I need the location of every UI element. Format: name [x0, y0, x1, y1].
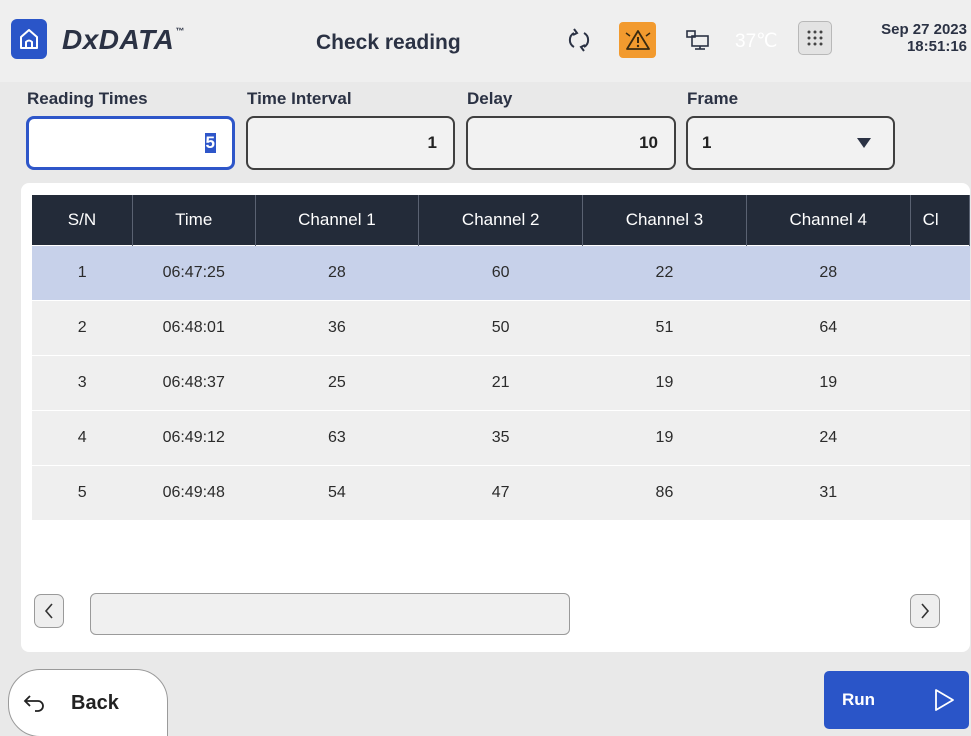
table-cell — [910, 409, 970, 465]
table-cell: 21 — [418, 354, 583, 410]
table-cell: 64 — [746, 299, 911, 355]
back-button[interactable]: Back — [8, 669, 168, 736]
reading-times-input[interactable]: 5 — [26, 116, 235, 170]
page-title: Check reading — [316, 31, 461, 54]
back-label: Back — [71, 691, 119, 714]
table-cell: 28 — [255, 244, 419, 300]
reading-times-value: 5 — [204, 133, 216, 153]
table-cell: 06:49:12 — [132, 409, 256, 465]
warning-button[interactable] — [619, 22, 656, 58]
table-cell: 4 — [32, 409, 133, 465]
chevron-left-icon — [44, 603, 53, 619]
dropdown-caret-icon — [857, 138, 871, 148]
table-cell: 19 — [582, 409, 747, 465]
warning-icon — [625, 30, 650, 50]
readings-table: S/N Time Channel 1 Channel 2 Channel 3 C… — [32, 195, 970, 520]
delay-label: Delay — [467, 89, 513, 108]
column-header-channel-4[interactable]: Channel 4 — [746, 195, 911, 245]
datetime-display: Sep 27 2023 18:51:16 — [881, 21, 967, 55]
delay-value: 10 — [639, 133, 658, 152]
table-cell: 06:47:25 — [132, 244, 256, 300]
keypad-icon — [807, 30, 823, 46]
time-interval-input[interactable]: 1 — [246, 116, 455, 170]
sync-icon[interactable] — [565, 26, 593, 54]
table-row[interactable]: 5 06:49:48 54 47 86 31 — [32, 464, 970, 520]
app-logo: DxDATA™ — [62, 24, 185, 55]
table-cell: 47 — [418, 464, 583, 520]
table-cell: 3 — [32, 354, 133, 410]
table-cell: 36 — [255, 299, 419, 355]
back-arrow-icon — [23, 695, 44, 712]
table-row[interactable]: 1 06:47:25 28 60 22 28 — [32, 244, 970, 300]
table-cell: 2 — [32, 299, 133, 355]
column-header-channel-2[interactable]: Channel 2 — [418, 195, 584, 245]
table-cell: 24 — [746, 409, 911, 465]
table-cell: 06:48:37 — [132, 354, 256, 410]
table-cell: 5 — [32, 464, 133, 520]
readings-panel: S/N Time Channel 1 Channel 2 Channel 3 C… — [21, 183, 970, 652]
frame-label: Frame — [687, 89, 739, 108]
table-header-row: S/N Time Channel 1 Channel 2 Channel 3 C… — [32, 195, 970, 245]
run-button[interactable]: Run — [824, 671, 969, 729]
horizontal-scrollbar[interactable] — [90, 593, 570, 635]
home-icon — [20, 29, 38, 49]
play-icon — [935, 689, 954, 711]
column-header-channel-1[interactable]: Channel 1 — [255, 195, 420, 245]
time-interval-value: 1 — [427, 133, 437, 152]
table-cell: 86 — [582, 464, 747, 520]
table-cell — [910, 299, 970, 355]
date-text: Sep 27 2023 — [881, 21, 967, 38]
table-cell: 25 — [255, 354, 419, 410]
table-cell: 60 — [418, 244, 583, 300]
table-row[interactable]: 2 06:48:01 36 50 51 64 — [32, 299, 970, 355]
keypad-button[interactable] — [798, 21, 832, 55]
column-header-channel-5[interactable]: Cl — [910, 195, 970, 245]
table-cell — [910, 464, 970, 520]
table-cell: 19 — [746, 354, 911, 410]
table-cell: 19 — [582, 354, 747, 410]
pc-connection-icon — [683, 26, 713, 54]
scroll-left-button[interactable] — [34, 594, 64, 628]
table-cell — [910, 354, 970, 410]
table-cell: 06:49:48 — [132, 464, 256, 520]
table-row[interactable]: 4 06:49:12 63 35 19 24 — [32, 409, 970, 465]
table-cell: 1 — [32, 244, 133, 300]
table-cell: 31 — [746, 464, 911, 520]
table-cell — [910, 244, 970, 300]
table-cell: 50 — [418, 299, 583, 355]
column-header-time[interactable]: Time — [132, 195, 256, 245]
home-button[interactable] — [11, 19, 47, 59]
table-cell: 35 — [418, 409, 583, 465]
run-label: Run — [842, 690, 876, 709]
table-cell: 22 — [582, 244, 747, 300]
column-header-sn[interactable]: S/N — [32, 195, 133, 245]
table-row[interactable]: 3 06:48:37 25 21 19 19 — [32, 354, 970, 410]
table-cell: 51 — [582, 299, 747, 355]
scroll-right-button[interactable] — [910, 594, 940, 628]
frame-select[interactable]: 1 — [686, 116, 895, 170]
table-cell: 63 — [255, 409, 419, 465]
header-bar: DxDATA™ Check reading 37℃ Sep 27 2023 18… — [0, 0, 971, 82]
delay-input[interactable]: 10 — [466, 116, 676, 170]
reading-times-label: Reading Times — [27, 89, 148, 108]
time-interval-label: Time Interval — [247, 89, 352, 108]
table-cell: 06:48:01 — [132, 299, 256, 355]
time-text: 18:51:16 — [906, 38, 967, 55]
temperature-readout: 37℃ — [735, 31, 778, 52]
table-cell: 54 — [255, 464, 419, 520]
chevron-right-icon — [921, 603, 930, 619]
column-header-channel-3[interactable]: Channel 3 — [582, 195, 747, 245]
table-cell: 28 — [746, 244, 911, 300]
frame-value: 1 — [702, 133, 712, 152]
